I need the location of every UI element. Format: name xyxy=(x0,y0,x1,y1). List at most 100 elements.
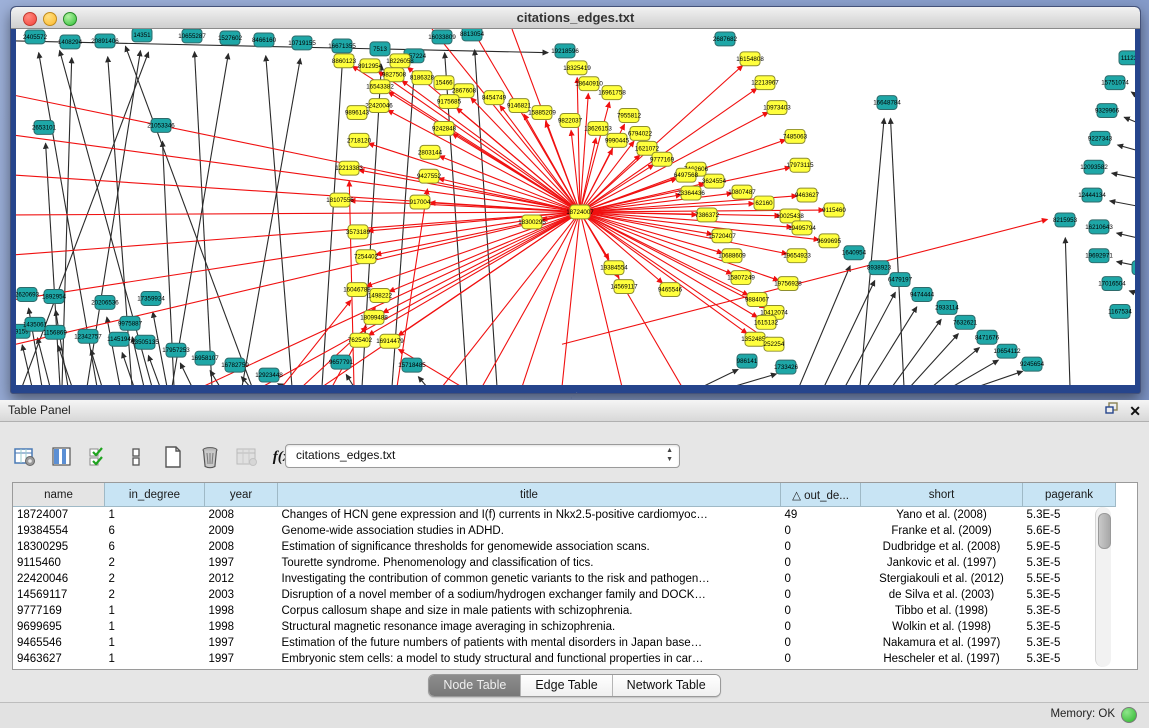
import-table-icon[interactable] xyxy=(234,445,260,469)
graph-node[interactable]: 12093582 xyxy=(1080,160,1108,174)
graph-node[interactable]: 16033809 xyxy=(428,30,456,44)
graph-node[interactable]: 2405572 xyxy=(23,30,48,44)
close-window-button[interactable] xyxy=(23,12,37,26)
graph-node[interactable]: 9975887 xyxy=(118,316,143,330)
new-file-icon[interactable] xyxy=(160,445,186,469)
graph-node[interactable]: 18300295 xyxy=(518,215,546,229)
graph-node[interactable]: 13626153 xyxy=(584,121,612,135)
splitter-handle[interactable]: ⋰ xyxy=(570,392,580,399)
graph-node[interactable]: 7485063 xyxy=(783,129,808,143)
graph-node[interactable]: 10654112 xyxy=(993,344,1021,358)
graph-node[interactable]: 16782759 xyxy=(221,358,249,372)
graph-node[interactable]: 14351 xyxy=(132,29,152,42)
graph-node[interactable]: 9175685 xyxy=(437,95,462,109)
graph-node[interactable]: 9427552 xyxy=(417,169,442,183)
table-selector-dropdown[interactable]: citations_edges.txt ▲▼ xyxy=(285,444,680,468)
table-row[interactable]: 1830029562008Estimation of significance … xyxy=(13,539,1116,555)
graph-node[interactable]: 8813054 xyxy=(460,29,485,41)
graph-node[interactable]: 15720407 xyxy=(708,229,736,243)
graph-node[interactable]: 6497568 xyxy=(674,168,699,182)
graph-node[interactable]: 12213383 xyxy=(335,161,363,175)
show-columns-icon[interactable] xyxy=(49,445,75,469)
graph-node[interactable]: 9115460 xyxy=(822,203,846,217)
window-titlebar[interactable]: citations_edges.txt xyxy=(11,7,1140,29)
graph-node[interactable]: 9329966 xyxy=(1095,104,1120,118)
graph-node[interactable]: 7254402 xyxy=(354,250,379,264)
graph-node[interactable]: 19495794 xyxy=(788,221,816,235)
graph-node[interactable]: 8471676 xyxy=(975,330,1000,344)
table-row[interactable]: 969969511998Structural magnetic resonanc… xyxy=(13,619,1116,635)
graph-node[interactable]: 8860123 xyxy=(332,54,357,68)
column-header-name[interactable]: name xyxy=(13,483,105,507)
graph-node[interactable]: 20206536 xyxy=(91,296,119,310)
graph-node[interactable]: 9474444 xyxy=(910,288,935,302)
column-header-in_degree[interactable]: in_degree xyxy=(105,483,205,507)
graph-node[interactable]: 9227343 xyxy=(1088,131,1113,145)
graph-node[interactable]: 9657791 xyxy=(329,355,354,369)
graph-node[interactable]: 1527602 xyxy=(218,31,243,45)
graph-node[interactable]: 15885209 xyxy=(528,106,556,120)
graph-node[interactable]: 1408294 xyxy=(58,35,83,49)
graph-node[interactable]: 9822037 xyxy=(558,114,583,128)
column-header-title[interactable]: title xyxy=(278,483,781,507)
graph-node[interactable]: 10688609 xyxy=(718,249,746,263)
graph-node[interactable]: 16648784 xyxy=(873,96,901,110)
tab-node-table[interactable]: Node Table xyxy=(429,675,521,696)
graph-node[interactable]: 18724007 xyxy=(566,205,594,219)
graph-node[interactable]: 17957253 xyxy=(162,343,190,357)
graph-node[interactable]: 9777169 xyxy=(650,152,675,166)
graph-node[interactable]: 9245654 xyxy=(1020,357,1045,371)
graph-node[interactable]: 16914479 xyxy=(376,334,404,348)
graph-node[interactable]: 986141 xyxy=(737,354,758,368)
graph-node[interactable]: 12213967 xyxy=(751,76,779,90)
table-row[interactable]: 1938455462009Genome-wide association stu… xyxy=(13,523,1116,539)
graph-node[interactable]: 8938923 xyxy=(867,261,892,275)
graph-node[interactable]: 1733426 xyxy=(774,360,799,374)
table-row[interactable]: 1872400712008Changes of HCN gene express… xyxy=(13,507,1116,524)
graph-node[interactable]: 1145194 xyxy=(107,332,131,346)
graph-node[interactable]: 12923448 xyxy=(255,368,283,382)
graph-node[interactable]: 1156869 xyxy=(43,325,67,339)
graph-node[interactable]: 18325419 xyxy=(563,61,591,75)
graph-node[interactable]: 8186328 xyxy=(410,71,435,85)
graph-node[interactable]: 16154808 xyxy=(736,52,764,66)
graph-node[interactable]: 1498222 xyxy=(368,289,393,303)
graph-node[interactable]: 7625402 xyxy=(348,333,373,347)
graph-node[interactable]: 17973115 xyxy=(786,158,814,172)
graph-node[interactable]: 9465546 xyxy=(658,283,683,297)
graph-node[interactable]: 16671355 xyxy=(328,39,356,53)
graph-node[interactable]: 7632621 xyxy=(953,315,978,329)
graph-node[interactable]: 2718120 xyxy=(347,133,372,147)
graph-node[interactable]: 9699695 xyxy=(817,234,842,248)
graph-node[interactable]: 1167534 xyxy=(1108,304,1132,318)
graph-node[interactable]: 2620693 xyxy=(16,288,40,302)
graph-node[interactable]: 16543382 xyxy=(366,80,394,94)
graph-node[interactable]: 1640954 xyxy=(842,246,867,260)
graph-node[interactable]: 7513 xyxy=(370,42,390,56)
graph-node[interactable]: 1615132 xyxy=(754,315,779,329)
table-settings-icon[interactable] xyxy=(12,445,38,469)
graph-node[interactable]: 19384554 xyxy=(600,261,628,275)
close-panel-icon[interactable]: ✕ xyxy=(1129,405,1141,418)
graph-node[interactable]: 3624554 xyxy=(702,174,727,188)
delete-table-icon[interactable] xyxy=(197,445,223,469)
graph-node[interactable]: 3573189 xyxy=(346,225,371,239)
graph-node[interactable]: 18226058 xyxy=(386,54,414,68)
graph-node[interactable]: 23364436 xyxy=(677,186,705,200)
graph-node[interactable]: 2803144 xyxy=(418,145,443,159)
graph-node[interactable]: 2687682 xyxy=(713,32,738,46)
graph-node[interactable]: 2933114 xyxy=(935,300,959,314)
table-row[interactable]: 911546021997Tourette syndrome. Phenomeno… xyxy=(13,555,1116,571)
graph-node[interactable]: 12342757 xyxy=(74,329,102,343)
graph-node[interactable]: 18107556 xyxy=(326,193,354,207)
graph-node[interactable]: 11123 xyxy=(1119,51,1135,65)
zoom-window-button[interactable] xyxy=(63,12,77,26)
row-height-icon[interactable] xyxy=(123,445,149,469)
graph-node[interactable]: 10807487 xyxy=(728,185,756,199)
graph-node[interactable]: 19692971 xyxy=(1085,249,1113,263)
graph-node[interactable]: 7386372 xyxy=(695,208,720,222)
table-row[interactable]: 946554611997Estimation of the future num… xyxy=(13,635,1116,651)
graph-node[interactable]: 2653101 xyxy=(32,120,57,134)
table-row[interactable]: 946362711997Embryonic stem cells: a mode… xyxy=(13,651,1116,667)
network-view-canvas[interactable]: 2405572140829420891406143511065528715276… xyxy=(16,29,1135,385)
